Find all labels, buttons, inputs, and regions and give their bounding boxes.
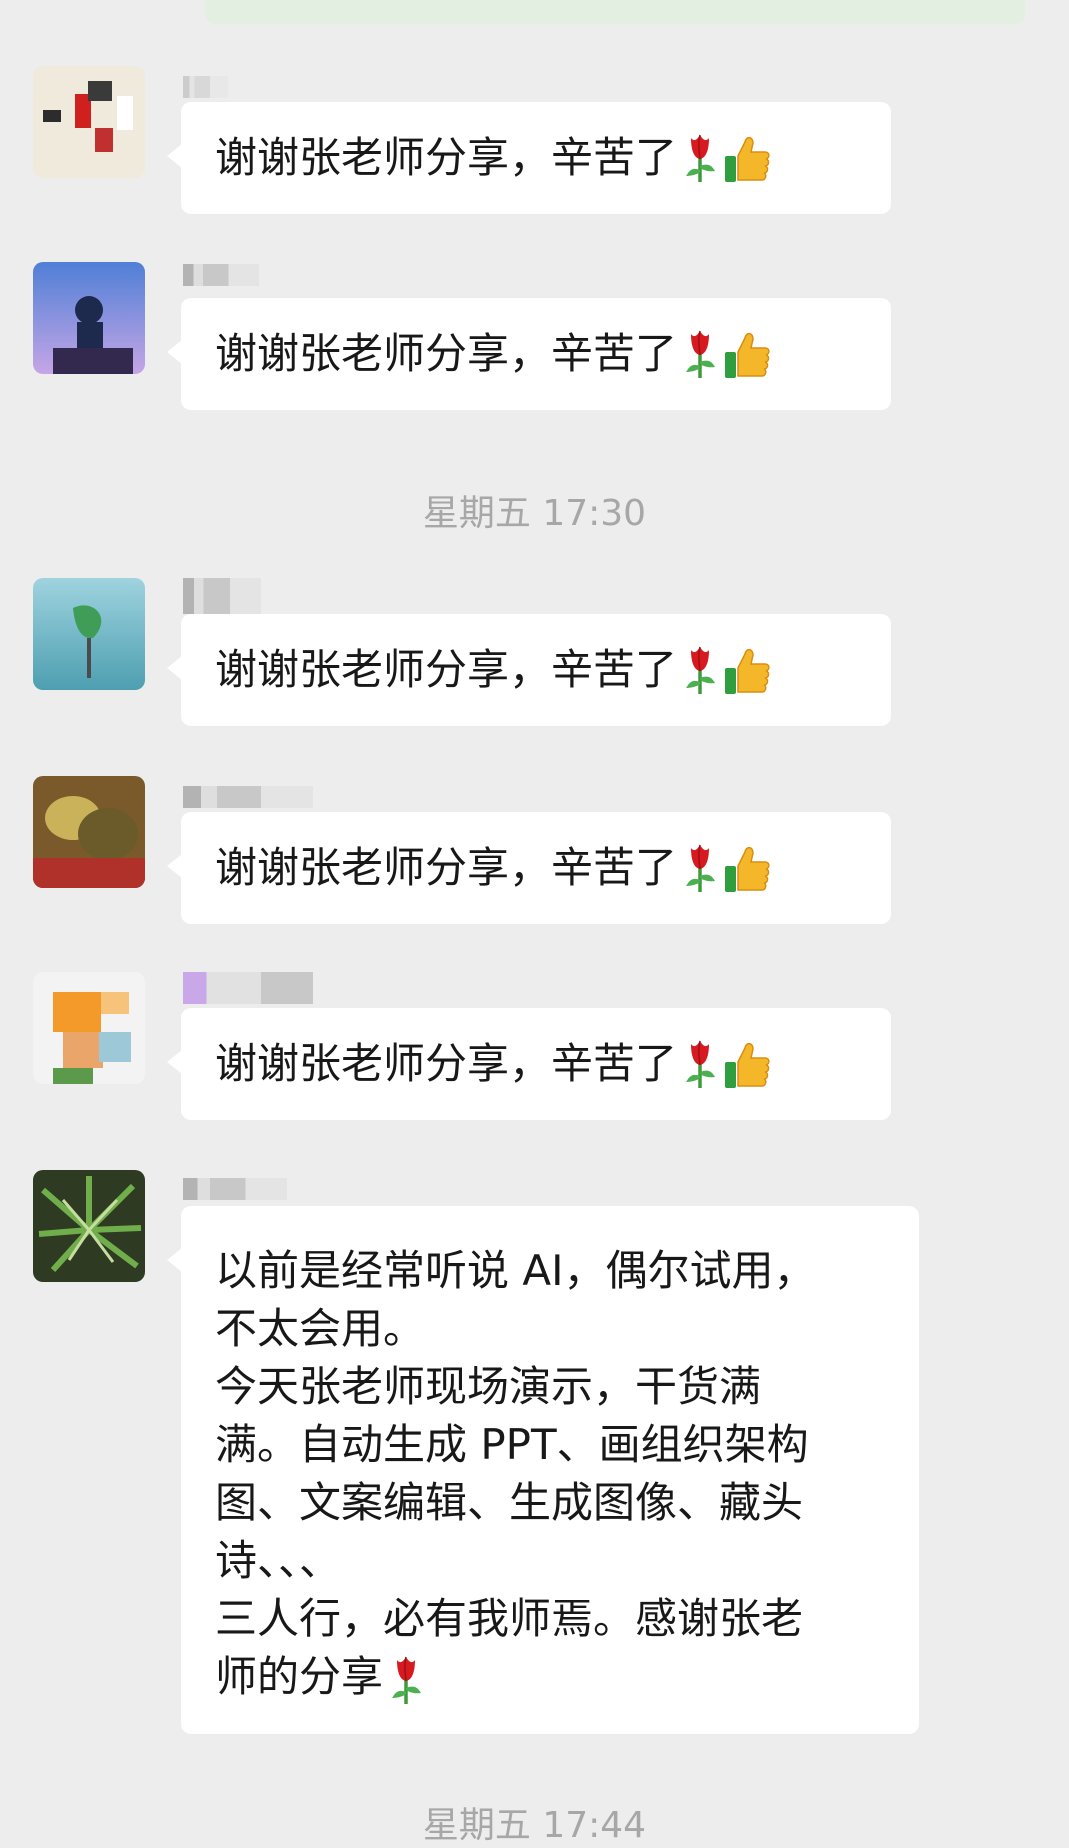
message-line: 三人行，必有我师焉。感谢张老 bbox=[215, 1594, 804, 1643]
avatar-image bbox=[33, 972, 145, 1084]
sender-name-blurred bbox=[183, 1178, 287, 1200]
timestamp: 星期五 17:44 bbox=[422, 1805, 647, 1846]
thumbs-up-emoji bbox=[723, 328, 771, 380]
message-text: 谢谢张老师分享，辛苦了 bbox=[215, 645, 678, 694]
avatar-image bbox=[33, 578, 145, 690]
sender-name-blurred bbox=[183, 264, 259, 286]
sender-name-blurred bbox=[183, 578, 261, 614]
rose-emoji bbox=[679, 132, 721, 184]
rose-emoji bbox=[679, 1038, 721, 1090]
message-line: 诗、、、 bbox=[215, 1536, 342, 1585]
avatar[interactable] bbox=[33, 66, 145, 178]
rose-emoji bbox=[679, 328, 721, 380]
message-line: 满。自动生成 PPT、画组织架构 bbox=[215, 1420, 809, 1469]
avatar[interactable] bbox=[33, 262, 145, 374]
message-line-last: 师的分享 bbox=[215, 1648, 887, 1706]
thumbs-up-emoji bbox=[723, 842, 771, 894]
avatar[interactable] bbox=[33, 776, 145, 888]
message-line: 图、文案编辑、生成图像、藏头 bbox=[215, 1478, 804, 1527]
message-line: 今天张老师现场演示，干货满 bbox=[215, 1362, 762, 1411]
top-strip bbox=[0, 0, 1069, 26]
sender-name-blurred bbox=[183, 786, 313, 808]
message-line: 以前是经常听说 AI，偶尔试用， bbox=[215, 1246, 816, 1295]
message-bubble[interactable]: 以前是经常听说 AI，偶尔试用， 不太会用。 今天张老师现场演示，干货满 满。自… bbox=[167, 1206, 919, 1734]
thumbs-up-emoji bbox=[723, 1038, 771, 1090]
thumbs-up-emoji bbox=[723, 644, 771, 696]
timestamp: 星期五 17:30 bbox=[422, 493, 647, 534]
message-text: 谢谢张老师分享，辛苦了 bbox=[215, 329, 678, 378]
message-line: 不太会用。 bbox=[215, 1304, 426, 1353]
thumbs-up-emoji bbox=[723, 132, 771, 184]
avatar-image bbox=[33, 66, 145, 178]
avatar-image bbox=[33, 776, 145, 888]
message-text: 谢谢张老师分享，辛苦了 bbox=[215, 133, 678, 182]
avatar[interactable] bbox=[33, 578, 145, 690]
message-bubble[interactable]: 谢谢张老师分享，辛苦了 bbox=[167, 1008, 891, 1120]
sender-name-blurred bbox=[183, 76, 228, 98]
rose-emoji bbox=[679, 644, 721, 696]
previous-message-edge bbox=[205, 0, 1025, 24]
avatar-image bbox=[33, 262, 145, 374]
message-text: 师的分享 bbox=[215, 1652, 384, 1701]
message-bubble[interactable]: 谢谢张老师分享，辛苦了 bbox=[167, 812, 891, 924]
rose-emoji bbox=[385, 1654, 427, 1706]
message-text: 谢谢张老师分享，辛苦了 bbox=[215, 1039, 678, 1088]
avatar[interactable] bbox=[33, 972, 145, 1084]
message-text: 谢谢张老师分享，辛苦了 bbox=[215, 843, 678, 892]
rose-emoji bbox=[679, 842, 721, 894]
message-bubble[interactable]: 谢谢张老师分享，辛苦了 bbox=[167, 102, 891, 214]
avatar-image bbox=[33, 1170, 145, 1282]
sender-name-blurred bbox=[183, 972, 313, 1004]
avatar[interactable] bbox=[33, 1170, 145, 1282]
message-bubble[interactable]: 谢谢张老师分享，辛苦了 bbox=[167, 614, 891, 726]
message-bubble[interactable]: 谢谢张老师分享，辛苦了 bbox=[167, 298, 891, 410]
